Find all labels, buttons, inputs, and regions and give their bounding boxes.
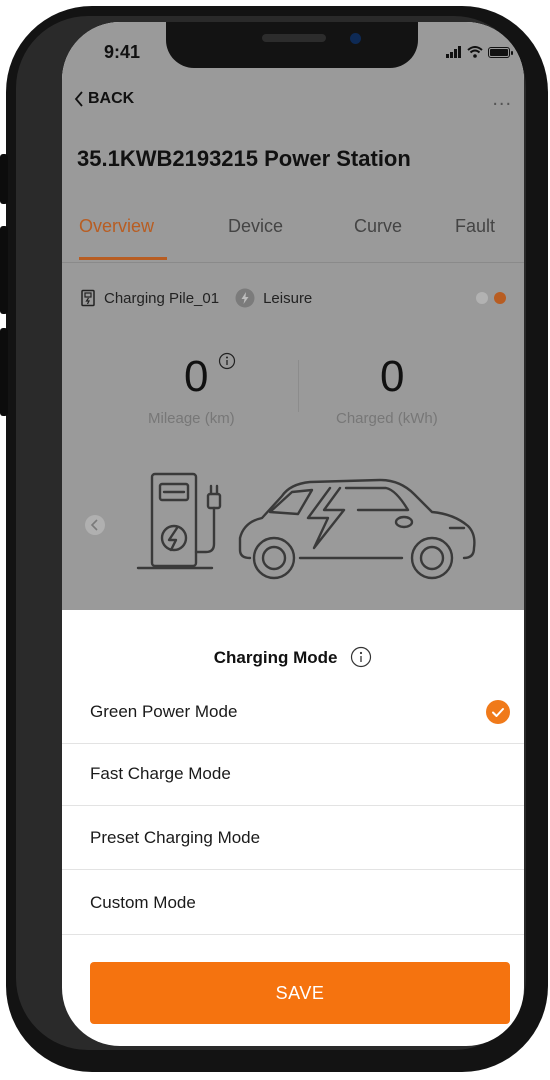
- mode-option-fast-charge[interactable]: Fast Charge Mode: [62, 744, 524, 806]
- charging-pile-icon: [81, 289, 95, 307]
- tab-curve[interactable]: Curve: [354, 216, 402, 237]
- charging-station-illustration: [136, 472, 476, 580]
- phone-screen: 9:41 BACK ... 35.1KWB2193215 Power Stati…: [62, 22, 524, 1046]
- chevron-left-icon: [74, 91, 83, 107]
- prev-arrow-icon[interactable]: [84, 514, 106, 536]
- wifi-icon: [467, 46, 483, 58]
- mode-label: Preset Charging Mode: [90, 828, 261, 847]
- notch: [166, 22, 418, 68]
- tab-bar: Overview Device Curve Fault: [62, 216, 524, 263]
- checkmark-icon: [486, 700, 510, 724]
- tab-overview[interactable]: Overview: [79, 216, 154, 237]
- sheet-title: Charging Mode: [62, 646, 524, 668]
- status-time: 9:41: [104, 42, 141, 62]
- pager-dot[interactable]: [476, 292, 488, 304]
- back-label: BACK: [88, 90, 135, 107]
- mode-option-custom[interactable]: Custom Mode: [62, 873, 524, 935]
- pager-dot-active[interactable]: [494, 292, 506, 304]
- info-icon[interactable]: [218, 352, 236, 370]
- mode-option-preset-charging[interactable]: Preset Charging Mode: [62, 808, 524, 870]
- charged-label: Charged (kWh): [336, 410, 438, 427]
- save-button[interactable]: SAVE: [90, 962, 510, 1024]
- mileage-label: Mileage (km): [148, 410, 235, 427]
- cellular-signal-icon: [446, 46, 462, 58]
- background-overlay[interactable]: 9:41 BACK ... 35.1KWB2193215 Power Stati…: [62, 22, 524, 610]
- speaker-grille: [262, 34, 326, 42]
- active-tab-indicator: [79, 257, 167, 260]
- volume-down-button: [0, 328, 8, 416]
- mode-label: Custom Mode: [90, 893, 196, 912]
- volume-up-button: [0, 226, 8, 314]
- stats-divider: [298, 360, 299, 412]
- pager-dots: [476, 292, 506, 304]
- info-icon[interactable]: [350, 646, 372, 668]
- sheet-title-text: Charging Mode: [213, 648, 338, 667]
- mode-label: Green Power Mode: [90, 702, 238, 721]
- mileage-value: 0: [184, 352, 209, 401]
- tab-fault[interactable]: Fault: [455, 216, 495, 237]
- mute-switch: [0, 154, 8, 204]
- front-camera: [350, 33, 361, 44]
- status-icons: [446, 46, 513, 58]
- more-options-button[interactable]: ...: [492, 88, 512, 111]
- battery-icon: [488, 47, 513, 58]
- charging-pile-header[interactable]: Charging Pile_01 Leisure: [80, 288, 312, 308]
- page-title: 35.1KWB2193215 Power Station: [77, 146, 411, 171]
- charging-pile-status: Leisure: [263, 289, 313, 307]
- tab-device[interactable]: Device: [228, 216, 283, 237]
- charging-pile-name: Charging Pile_01: [104, 289, 220, 307]
- mode-label: Fast Charge Mode: [90, 764, 231, 783]
- charged-value: 0: [380, 352, 405, 401]
- status-bolt-icon: [235, 288, 255, 308]
- mode-option-green-power[interactable]: Green Power Mode: [62, 682, 524, 744]
- back-button[interactable]: BACK: [74, 90, 134, 108]
